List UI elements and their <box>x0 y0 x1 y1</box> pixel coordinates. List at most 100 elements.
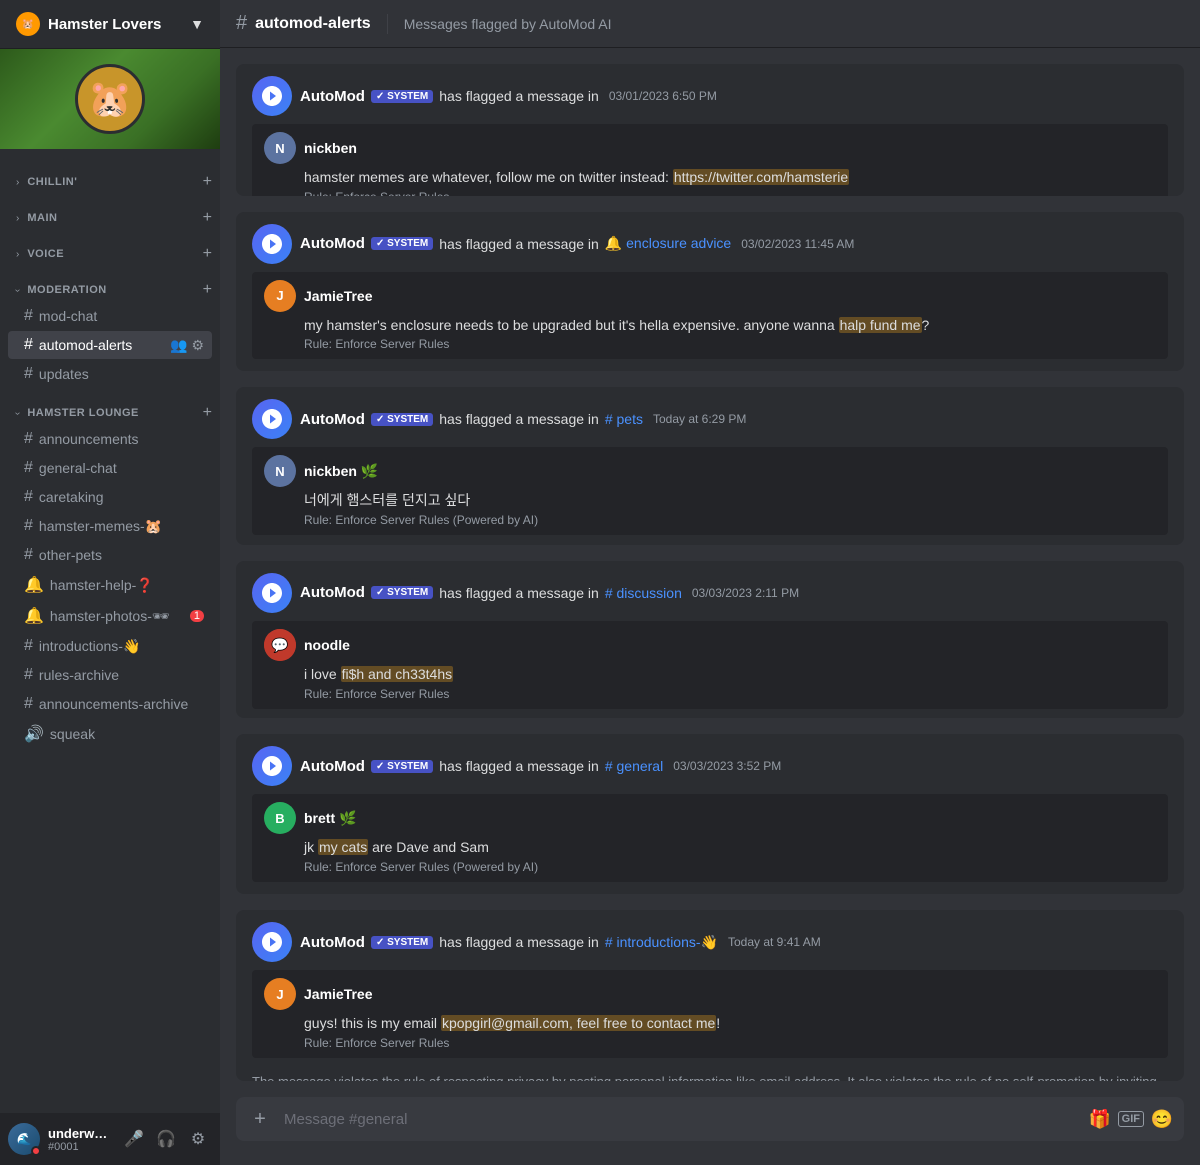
automod-name-6: AutoMod <box>300 934 365 951</box>
user-controls: 🎤 🎧 ⚙ <box>120 1125 212 1153</box>
sidebar-item-automod-alerts[interactable]: # automod-alerts 👥 ⚙ <box>8 331 212 359</box>
message-input[interactable] <box>276 1111 1086 1128</box>
flagged-content-2: my hamster's enclosure needs to be upgra… <box>304 316 1156 336</box>
channel-link-general[interactable]: # general <box>605 758 663 774</box>
bell-icon-hamster-help: 🔔 <box>24 575 44 595</box>
alert-meta-1: AutoMod ✓ SYSTEM has flagged a message i… <box>300 88 717 105</box>
category-add-voice[interactable]: + <box>203 245 212 263</box>
add-member-icon[interactable]: 👥 <box>170 337 187 354</box>
microphone-button[interactable]: 🎤 <box>120 1125 148 1153</box>
alert-action-text-4: has flagged a message in <box>439 585 599 601</box>
speaker-icon-squeak: 🔊 <box>24 724 44 744</box>
system-badge-6: ✓ SYSTEM <box>371 936 433 949</box>
channel-actions-automod: 👥 ⚙ <box>170 337 204 354</box>
alert-timestamp-4: 03/03/2023 2:11 PM <box>692 586 799 600</box>
category-header-chillin[interactable]: › CHILLIN' + <box>0 169 220 193</box>
violation-reason-6: The message violates the rule of respect… <box>236 1066 1184 1081</box>
flagged-avatar-6: J <box>264 978 296 1010</box>
category-name-chillin: CHILLIN' <box>27 176 77 188</box>
category-arrow-main: › <box>16 213 19 224</box>
category-add-main[interactable]: + <box>203 209 212 227</box>
category-name-hamster-lounge: HAMSTER LOUNGE <box>27 407 139 419</box>
sidebar-item-other-pets[interactable]: # other-pets <box>8 541 212 569</box>
sidebar-item-rules-archive[interactable]: # rules-archive <box>8 661 212 689</box>
category-header-moderation[interactable]: › MODERATION + <box>0 277 220 301</box>
category-arrow-hamster-lounge: › <box>12 411 23 414</box>
gif-button[interactable]: GIF <box>1118 1111 1144 1127</box>
category-header-main[interactable]: › MAIN + <box>0 205 220 229</box>
sidebar-item-general-chat[interactable]: # general-chat <box>8 454 212 482</box>
alert-meta-3: AutoMod ✓ SYSTEM has flagged a message i… <box>300 411 746 428</box>
flagged-content-3: 너에게 햄스터를 던지고 싶다 <box>304 491 1156 511</box>
sidebar-item-updates[interactable]: # updates <box>8 360 212 388</box>
rule-text-1: Rule: Enforce Server Rules <box>304 190 1156 196</box>
alert-card-1: AutoMod ✓ SYSTEM has flagged a message i… <box>236 64 1184 196</box>
alert-header-5: AutoMod ✓ SYSTEM has flagged a message i… <box>236 734 1184 794</box>
hash-icon-introductions: # <box>24 637 33 655</box>
system-badge-5: ✓ SYSTEM <box>371 760 433 773</box>
alert-card-3: AutoMod ✓ SYSTEM has flagged a message i… <box>236 387 1184 545</box>
server-header[interactable]: 🐹 Hamster Lovers ▼ <box>0 0 220 49</box>
system-badge-4: ✓ SYSTEM <box>371 586 433 599</box>
category-header-hamster-lounge[interactable]: › HAMSTER LOUNGE + <box>0 400 220 424</box>
bell-icon-hamster-photos: 🔔 <box>24 606 44 626</box>
alert-timestamp-2: 03/02/2023 11:45 AM <box>741 237 854 251</box>
flagged-avatar-2: J <box>264 280 296 312</box>
settings-button[interactable]: ⚙ <box>184 1125 212 1153</box>
attach-button[interactable]: + <box>244 1103 276 1135</box>
flagged-user-row-3: N nickben 🌿 <box>264 455 1156 487</box>
automod-name-3: AutoMod <box>300 411 365 428</box>
category-header-voice[interactable]: › VOICE + <box>0 241 220 265</box>
flagged-user-row-1: N nickben <box>264 132 1156 164</box>
category-add-moderation[interactable]: + <box>203 281 212 299</box>
violation-reason-5: The message violates the rule of keeping… <box>236 890 1184 894</box>
category-arrow-voice: › <box>16 249 19 260</box>
channel-header-description: Messages flagged by AutoMod AI <box>404 16 612 32</box>
alert-meta-6: AutoMod ✓ SYSTEM has flagged a message i… <box>300 934 821 951</box>
gift-button[interactable]: 🎁 <box>1086 1105 1114 1133</box>
user-discriminator: #0001 <box>48 1141 112 1153</box>
channel-badge-hamster-photos: 1 <box>190 610 204 622</box>
headphone-button[interactable]: 🎧 <box>152 1125 180 1153</box>
sidebar-item-announcements[interactable]: # announcements <box>8 425 212 453</box>
sidebar-item-introductions[interactable]: # introductions-👋 <box>8 632 212 660</box>
channel-link-discussion[interactable]: # discussion <box>605 585 682 601</box>
channel-link-pets[interactable]: # pets <box>605 411 643 427</box>
channel-name-squeak: squeak <box>50 726 95 742</box>
settings-icon[interactable]: ⚙ <box>191 337 204 354</box>
channel-name-introductions: introductions-👋 <box>39 638 140 655</box>
server-name: Hamster Lovers <box>48 16 161 33</box>
sidebar-item-mod-chat[interactable]: # mod-chat <box>8 302 212 330</box>
flagged-avatar-5: B <box>264 802 296 834</box>
alert-action-text-5: has flagged a message in <box>439 758 599 774</box>
flagged-message-3: N nickben 🌿 너에게 햄스터를 던지고 싶다 Rule: Enforc… <box>252 447 1168 535</box>
sidebar-item-squeak[interactable]: 🔊 squeak <box>8 719 212 749</box>
hash-icon: # <box>24 307 33 325</box>
channel-name-automod-alerts: automod-alerts <box>39 337 132 353</box>
category-add-hamster-lounge[interactable]: + <box>203 404 212 422</box>
channel-link-enclosure[interactable]: 🔔 enclosure advice <box>605 235 731 252</box>
channel-name-caretaking: caretaking <box>39 489 104 505</box>
automod-name-4: AutoMod <box>300 584 365 601</box>
flagged-content-6: guys! this is my email kpopgirl@gmail.co… <box>304 1014 1156 1034</box>
flagged-user-row-2: J JamieTree <box>264 280 1156 312</box>
automod-avatar-2 <box>252 224 292 264</box>
sidebar-item-caretaking[interactable]: # caretaking <box>8 483 212 511</box>
sidebar-item-hamster-memes[interactable]: # hamster-memes-🐹 <box>8 512 212 540</box>
hash-icon-other-pets: # <box>24 546 33 564</box>
alert-meta-5: AutoMod ✓ SYSTEM has flagged a message i… <box>300 758 781 775</box>
category-arrow-moderation: › <box>12 288 23 291</box>
hash-icon-hamster-memes: # <box>24 517 33 535</box>
sidebar-item-hamster-photos[interactable]: 🔔 hamster-photos-🕶 1 <box>8 601 212 631</box>
category-add-chillin[interactable]: + <box>203 173 212 191</box>
channel-name-hamster-help: hamster-help-❓ <box>50 577 154 594</box>
category-main: › MAIN + <box>0 205 220 229</box>
emoji-button[interactable]: 😊 <box>1148 1105 1176 1133</box>
flagged-message-4: 💬 noodle i love fi$h and ch33t4hs Rule: … <box>252 621 1168 709</box>
channel-link-introductions[interactable]: # introductions-👋 <box>605 934 718 951</box>
channel-name-hamster-memes: hamster-memes-🐹 <box>39 518 162 535</box>
sidebar-item-announcements-archive[interactable]: # announcements-archive <box>8 690 212 718</box>
sidebar-item-hamster-help[interactable]: 🔔 hamster-help-❓ <box>8 570 212 600</box>
flagged-username-5: brett 🌿 <box>304 810 356 827</box>
channel-name-rules-archive: rules-archive <box>39 667 119 683</box>
